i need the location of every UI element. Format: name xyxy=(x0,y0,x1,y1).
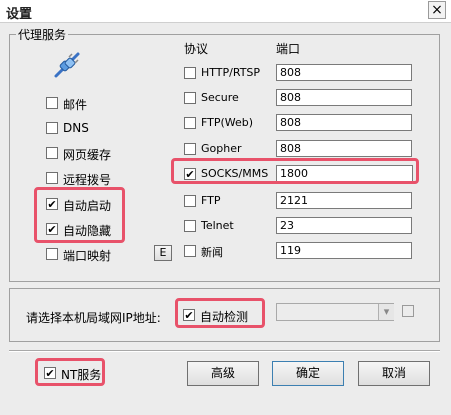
remote-dial-label: 远程拨号 xyxy=(63,173,112,187)
proxy-services-legend: 代理服务 xyxy=(16,26,69,43)
network-plug-icon xyxy=(52,50,82,80)
ftp-web-port-input[interactable]: 808 xyxy=(276,114,412,131)
http-rtsp-port-input[interactable]: 808 xyxy=(276,64,412,81)
port-mapping-label: 端口映射 xyxy=(63,249,112,263)
http-rtsp-label: HTTP/RTSP xyxy=(201,66,261,79)
chevron-down-icon[interactable]: ▾ xyxy=(378,304,394,320)
close-button[interactable]: × xyxy=(428,1,446,19)
mail-label: 邮件 xyxy=(63,98,88,112)
ftp-port-input[interactable]: 2121 xyxy=(276,192,412,209)
telnet-checkbox[interactable] xyxy=(184,220,196,232)
web-cache-checkbox[interactable] xyxy=(46,147,58,159)
dns-checkbox[interactable] xyxy=(46,122,58,134)
secure-checkbox[interactable] xyxy=(184,92,196,104)
secure-port-input[interactable]: 808 xyxy=(276,89,412,106)
gopher-label: Gopher xyxy=(201,142,242,155)
footer-separator xyxy=(9,350,440,352)
secure-label: Secure xyxy=(201,91,239,104)
port-mapping-edit-button[interactable]: E xyxy=(154,245,172,261)
highlight-nt-service xyxy=(35,358,105,386)
news-checkbox[interactable] xyxy=(184,245,196,257)
title-bar xyxy=(0,0,451,23)
protocol-header: 协议 xyxy=(184,42,209,56)
cancel-button[interactable]: 取消 xyxy=(358,361,430,386)
ftp-label: FTP xyxy=(201,194,221,207)
gopher-checkbox[interactable] xyxy=(184,143,196,155)
ftp-checkbox[interactable] xyxy=(184,195,196,207)
advanced-button[interactable]: 高级 xyxy=(187,361,259,386)
dns-label: DNS xyxy=(63,121,89,135)
news-label: 新闻 xyxy=(201,246,223,259)
highlight-auto-start-hide xyxy=(34,187,125,243)
lan-ip-prompt: 请选择本机局域网IP地址: xyxy=(26,311,161,325)
lan-extra-checkbox[interactable] xyxy=(402,305,414,317)
port-mapping-checkbox[interactable] xyxy=(46,248,58,260)
news-port-input[interactable]: 119 xyxy=(276,242,412,259)
port-header: 端口 xyxy=(276,42,301,56)
web-cache-label: 网页缓存 xyxy=(63,148,112,162)
ftp-web-label: FTP(Web) xyxy=(201,116,254,129)
lan-ip-dropdown[interactable] xyxy=(276,303,394,321)
ftp-web-checkbox[interactable] xyxy=(184,117,196,129)
http-rtsp-checkbox[interactable] xyxy=(184,67,196,79)
window-title: 设置 xyxy=(6,7,33,22)
telnet-port-input[interactable]: 23 xyxy=(276,217,412,234)
mail-checkbox[interactable] xyxy=(46,97,58,109)
ok-button[interactable]: 确定 xyxy=(272,361,344,386)
remote-dial-checkbox[interactable] xyxy=(46,172,58,184)
highlight-socks-row xyxy=(171,158,419,184)
gopher-port-input[interactable]: 808 xyxy=(276,140,412,157)
telnet-label: Telnet xyxy=(201,219,234,232)
highlight-auto-detect xyxy=(175,298,265,328)
